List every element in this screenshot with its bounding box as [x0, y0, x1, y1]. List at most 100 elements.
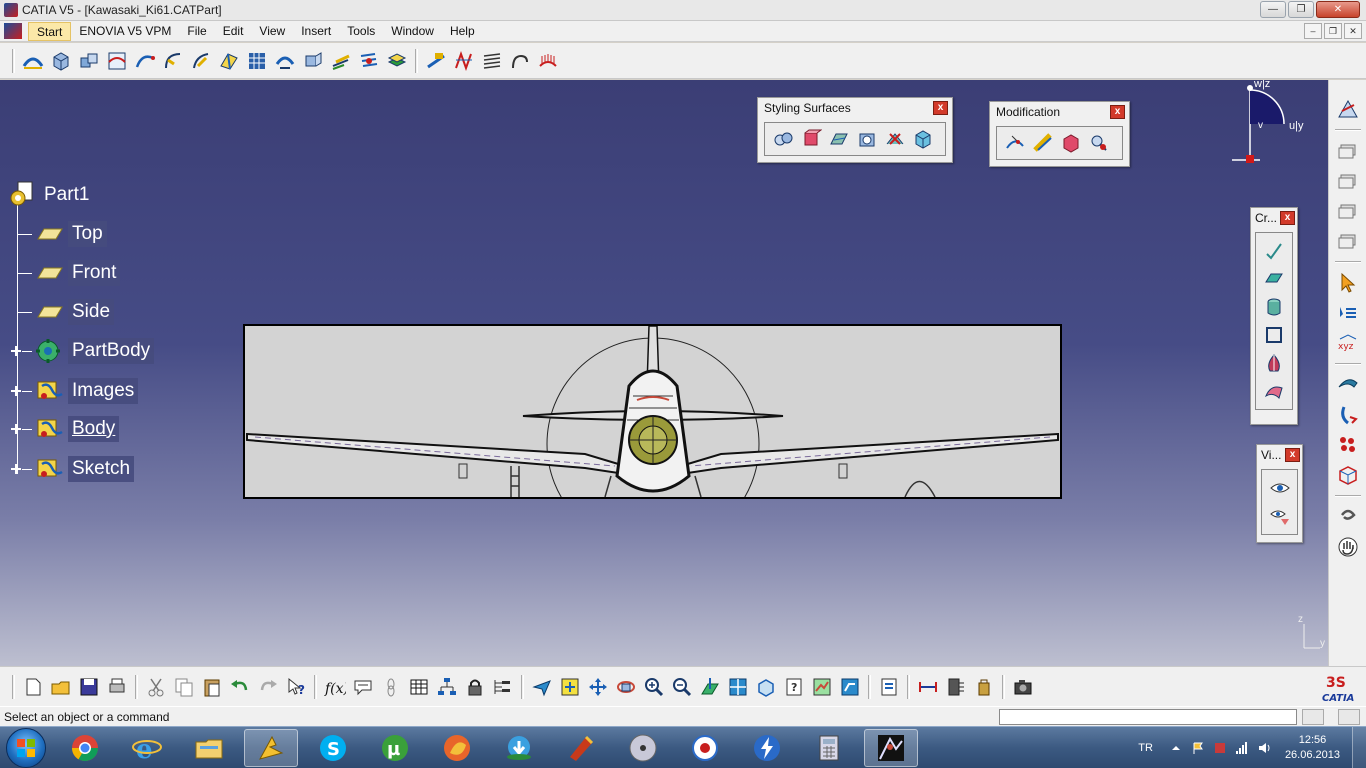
close-styling-toolbar-button[interactable]: x — [933, 101, 948, 115]
command-stop-button[interactable] — [1338, 709, 1360, 725]
fly-mode-icon[interactable] — [530, 675, 554, 699]
blend-curve-icon[interactable] — [133, 49, 157, 73]
title-bar[interactable]: CATIA V5 - [Kawasaki_Ki61.CATPart] — ❐ ✕ — [0, 0, 1366, 21]
taskbar-disc[interactable] — [616, 729, 670, 767]
taskbar-calculator[interactable] — [802, 729, 856, 767]
iso-view-icon[interactable] — [754, 675, 778, 699]
expand-plus-icon[interactable] — [10, 385, 22, 397]
bill-of-material-icon[interactable] — [491, 675, 515, 699]
layer-stack-icon[interactable] — [1336, 229, 1360, 253]
rotate-icon[interactable] — [1336, 505, 1360, 529]
expand-plus-icon[interactable] — [10, 463, 22, 475]
pan-icon[interactable] — [586, 675, 610, 699]
menu-tools[interactable]: Tools — [339, 22, 383, 41]
planar-patch-icon[interactable] — [1262, 267, 1286, 291]
minimize-button[interactable]: — — [1260, 1, 1286, 18]
command-input[interactable] — [999, 709, 1297, 725]
expand-plus-icon[interactable] — [10, 423, 22, 435]
toolbar-grip[interactable] — [868, 674, 871, 699]
save-icon[interactable] — [77, 675, 101, 699]
analysis-icon[interactable] — [424, 49, 448, 73]
tray-expand-icon[interactable] — [1169, 741, 1183, 755]
open-folder-icon[interactable] — [49, 675, 73, 699]
curvature-icon[interactable] — [452, 49, 476, 73]
capture-camera-icon[interactable] — [1011, 675, 1035, 699]
tree-label-body[interactable]: Body — [68, 416, 120, 442]
doc-close-button[interactable]: ✕ — [1344, 23, 1362, 39]
tree-label-part1[interactable]: Part1 — [40, 182, 93, 208]
redo-icon[interactable] — [256, 675, 280, 699]
tree-node-top[interactable]: Top — [10, 218, 107, 250]
show-desktop-button[interactable] — [1352, 727, 1366, 768]
wireframe-cube-icon[interactable] — [1336, 463, 1360, 487]
3d-curve-icon[interactable] — [1262, 239, 1286, 263]
measure-between-icon[interactable] — [916, 675, 940, 699]
doc-restore-button[interactable]: ❐ — [1324, 23, 1342, 39]
comb-icon[interactable] — [536, 49, 560, 73]
command-history-button[interactable] — [1302, 709, 1324, 725]
match-surface-icon[interactable] — [799, 127, 823, 151]
layer-icon[interactable] — [385, 49, 409, 73]
doc-minimize-button[interactable]: – — [1304, 23, 1322, 39]
menu-insert[interactable]: Insert — [293, 22, 339, 41]
toolbar-grip[interactable] — [907, 674, 910, 699]
toolbar-grip[interactable] — [415, 48, 418, 73]
styled-sweep-icon[interactable] — [911, 127, 935, 151]
control-points-icon[interactable] — [1003, 131, 1027, 155]
tree-node-front[interactable]: Front — [10, 257, 121, 289]
menu-enovia[interactable]: ENOVIA V5 VPM — [71, 22, 179, 41]
tree-diagram-icon[interactable] — [435, 675, 459, 699]
arc-curve-icon[interactable] — [161, 49, 185, 73]
fill-surface-icon[interactable] — [827, 127, 851, 151]
menu-view[interactable]: View — [251, 22, 293, 41]
hand-pan-icon[interactable] — [1336, 535, 1360, 559]
freestyle-workbench-icon[interactable] — [1336, 97, 1360, 121]
taskbar-download-manager[interactable] — [492, 729, 546, 767]
paste-icon[interactable] — [200, 675, 224, 699]
tree-node-side[interactable]: Side — [10, 296, 115, 328]
taskbar-utorrent[interactable]: µ — [368, 729, 422, 767]
taskbar-chrome[interactable] — [58, 729, 112, 767]
taskbar-skype[interactable]: S — [306, 729, 360, 767]
action-center-flag-icon[interactable] — [1191, 741, 1205, 755]
layer-stack-icon[interactable] — [1336, 169, 1360, 193]
taskbar-media-player[interactable] — [678, 729, 732, 767]
eye-icon[interactable] — [1268, 476, 1292, 500]
select-list-icon[interactable] — [1336, 301, 1360, 325]
net-surface-icon[interactable] — [883, 127, 907, 151]
multi-section-icon[interactable] — [357, 49, 381, 73]
layer-stack-icon[interactable] — [1336, 199, 1360, 223]
comment-icon[interactable] — [351, 675, 375, 699]
stripes-icon[interactable] — [480, 49, 504, 73]
toolbar-grip[interactable] — [1002, 674, 1005, 699]
spiral-icon[interactable] — [508, 49, 532, 73]
cylinder-icon[interactable] — [1262, 295, 1286, 319]
layer-stack-icon[interactable] — [1336, 139, 1360, 163]
offset-icon[interactable] — [329, 49, 353, 73]
table-grid-icon[interactable] — [407, 675, 431, 699]
catia-menu-logo-icon[interactable] — [4, 23, 22, 39]
menu-start[interactable]: Start — [28, 21, 72, 41]
tree-label-partbody[interactable]: PartBody — [68, 338, 155, 364]
undo-icon[interactable] — [228, 675, 252, 699]
taskbar-internet-explorer[interactable]: e — [120, 729, 174, 767]
expand-plus-icon[interactable] — [10, 345, 22, 357]
view-mode-icon[interactable]: ? — [782, 675, 806, 699]
curve-net-icon[interactable] — [105, 49, 129, 73]
tree-node-body[interactable]: Body — [10, 413, 120, 445]
menu-file[interactable]: File — [179, 22, 214, 41]
curve-arrow-icon[interactable] — [1336, 403, 1360, 427]
tree-label-front[interactable]: Front — [68, 260, 121, 286]
3d-compass[interactable]: w|z u|y v — [1228, 80, 1328, 170]
toolbar-grip[interactable] — [12, 674, 15, 699]
tree-root-part1[interactable]: Part1 — [8, 180, 93, 210]
taskbar-lightning[interactable] — [740, 729, 794, 767]
shading-icon[interactable] — [810, 675, 834, 699]
formula-icon[interactable]: f(x) — [323, 675, 347, 699]
select-arrow-icon[interactable] — [1336, 271, 1360, 295]
copy-icon[interactable] — [172, 675, 196, 699]
taskbar-catia-window[interactable] — [864, 728, 918, 767]
revolve-icon[interactable] — [1262, 351, 1286, 375]
grid-surface-icon[interactable] — [245, 49, 269, 73]
whats-this-icon[interactable]: ? — [284, 675, 308, 699]
